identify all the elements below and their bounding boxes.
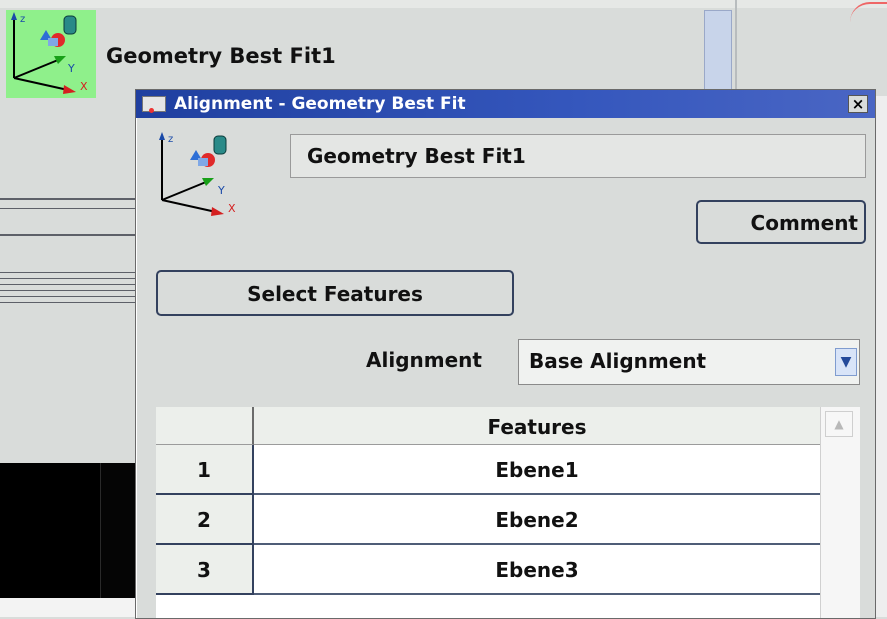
window-menu-icon[interactable] xyxy=(142,96,166,113)
features-column-header[interactable]: Features xyxy=(254,407,820,445)
background-node-title[interactable]: Geometry Best Fit1 xyxy=(106,44,336,68)
dialog-titlebar[interactable]: Alignment - Geometry Best Fit × xyxy=(136,90,875,118)
row-number[interactable]: 2 xyxy=(156,495,254,545)
background-scrollbar[interactable] xyxy=(704,10,732,92)
svg-text:z: z xyxy=(168,134,173,145)
svg-text:Y: Y xyxy=(217,184,225,197)
features-table: Features 1 Ebene1 2 Ebene2 3 Ebene3 ▲ xyxy=(156,407,860,618)
row-number-header xyxy=(156,407,254,445)
feature-cell[interactable]: Ebene2 xyxy=(254,495,820,545)
alignment-dialog: Alignment - Geometry Best Fit × z X Y Ge… xyxy=(135,89,876,619)
coordinate-system-icon[interactable]: z X Y xyxy=(6,10,96,98)
table-scrollbar[interactable]: ▲ xyxy=(820,407,860,618)
background-viewport[interactable] xyxy=(0,463,100,598)
background-top-band xyxy=(0,0,887,8)
chevron-up-icon[interactable]: ▲ xyxy=(825,411,853,437)
row-number[interactable]: 1 xyxy=(156,445,254,495)
row-number[interactable]: 3 xyxy=(156,545,254,595)
background-line xyxy=(0,284,150,285)
alignment-dropdown[interactable]: Base Alignment ▼ xyxy=(518,339,860,385)
svg-text:X: X xyxy=(80,80,88,93)
background-line xyxy=(0,302,150,303)
background-line xyxy=(0,272,150,273)
background-divider xyxy=(735,0,737,92)
background-status-strip xyxy=(0,598,150,617)
alignment-label: Alignment xyxy=(366,348,482,372)
svg-text:Y: Y xyxy=(67,62,75,75)
svg-text:z: z xyxy=(20,14,25,25)
chevron-down-icon[interactable]: ▼ xyxy=(835,348,857,376)
alignment-selected-value: Base Alignment xyxy=(529,349,707,373)
coordinate-system-icon: z X Y xyxy=(148,128,248,218)
select-features-button[interactable]: Select Features xyxy=(156,270,514,316)
comment-button[interactable]: Comment xyxy=(696,200,866,244)
close-button[interactable]: × xyxy=(848,95,868,113)
feature-cell[interactable]: Ebene3 xyxy=(254,545,820,595)
background-line xyxy=(0,198,150,200)
background-line xyxy=(0,278,150,279)
close-icon: × xyxy=(851,95,865,113)
background-line xyxy=(0,234,150,236)
feature-cell[interactable]: Ebene1 xyxy=(254,445,820,495)
background-line xyxy=(0,290,150,291)
alignment-name-field[interactable]: Geometry Best Fit1 xyxy=(290,134,866,178)
background-line xyxy=(0,296,150,297)
dialog-title: Alignment - Geometry Best Fit xyxy=(174,94,466,114)
background-line xyxy=(0,208,150,209)
svg-text:X: X xyxy=(228,202,236,215)
